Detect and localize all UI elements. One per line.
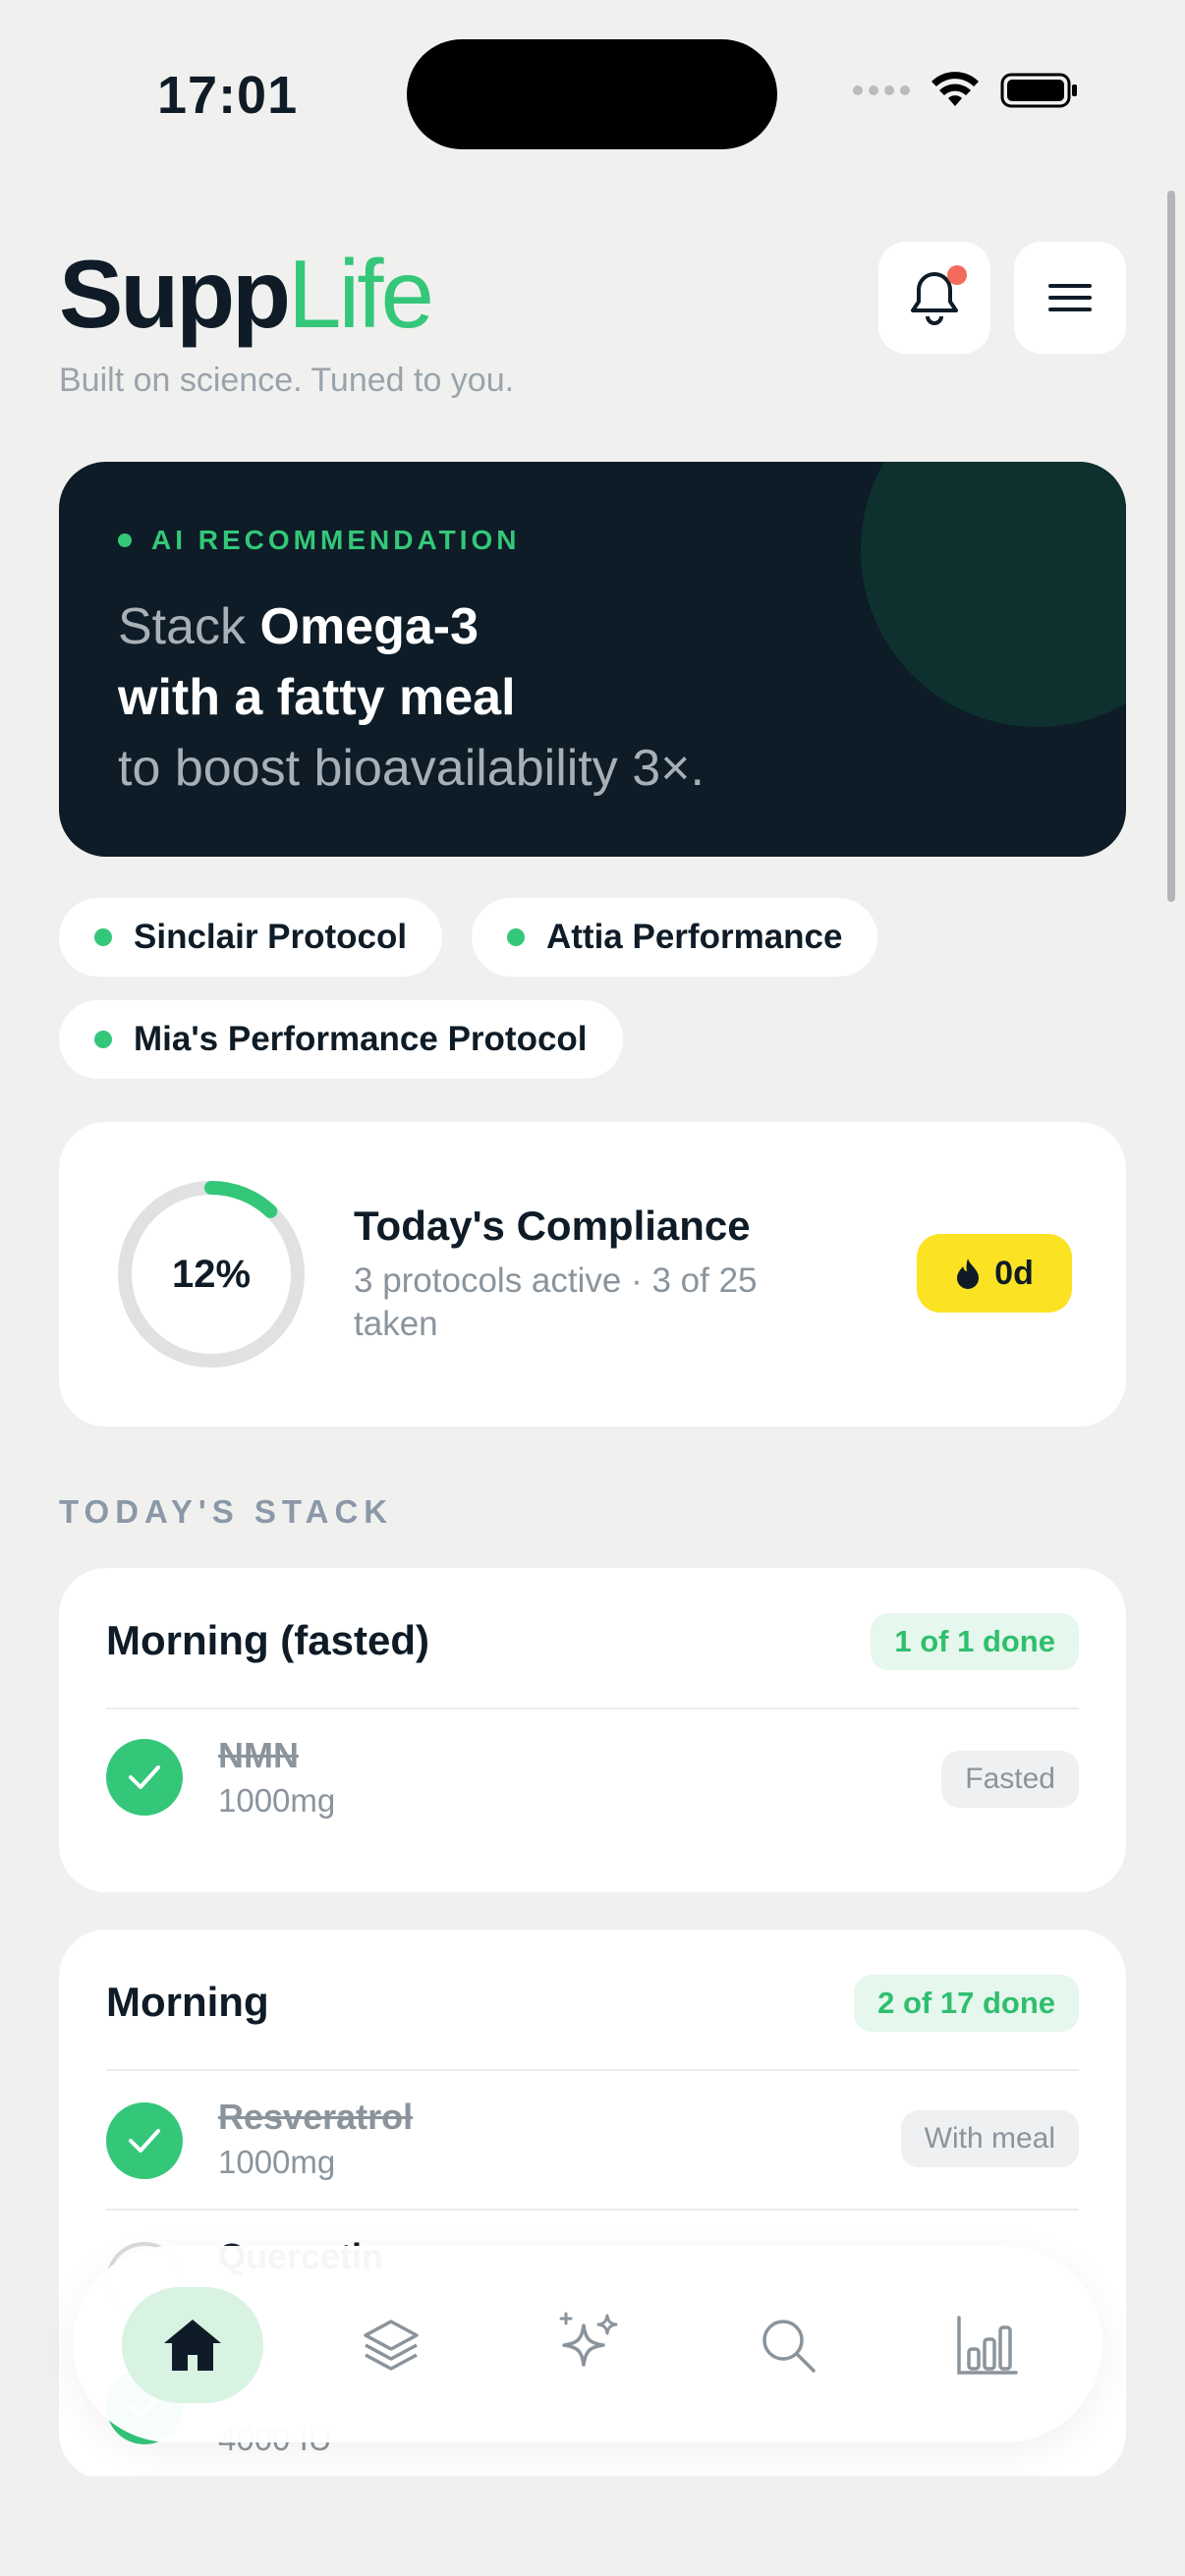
ai-line1-prefix: Stack xyxy=(118,598,260,655)
scrollbar[interactable] xyxy=(1167,191,1175,902)
streak-badge[interactable]: 0d xyxy=(917,1234,1072,1313)
decorative-circle xyxy=(861,462,1126,727)
dynamic-island xyxy=(407,39,777,149)
timing-tag: Fasted xyxy=(941,1751,1079,1808)
supplement-name: Resveratrol xyxy=(218,2097,414,2137)
nav-ai[interactable] xyxy=(519,2287,660,2403)
ai-recommendation-label: AI RECOMMENDATION xyxy=(118,525,520,556)
layers-icon xyxy=(364,2320,419,2371)
ai-line3: to boost bioavailability 3×. xyxy=(118,740,705,797)
status-icons xyxy=(853,71,1079,110)
flame-icon xyxy=(957,1259,980,1289)
battery-icon xyxy=(1000,73,1077,108)
ai-label-text: AI RECOMMENDATION xyxy=(151,525,521,555)
checkbox-checked[interactable] xyxy=(106,1739,183,1816)
nav-stack[interactable] xyxy=(320,2287,462,2403)
wifi-icon xyxy=(931,72,979,106)
streak-value: 0d xyxy=(994,1254,1034,1292)
bottom-nav xyxy=(73,2246,1102,2442)
active-dot xyxy=(94,928,112,946)
menu-icon xyxy=(1048,284,1092,311)
active-dot xyxy=(94,1031,112,1048)
ai-line2-bold: with a fatty meal xyxy=(118,669,516,726)
ai-line1-bold: Omega-3 xyxy=(259,598,480,655)
protocol-chip[interactable]: Sinclair Protocol xyxy=(59,898,443,977)
done-count-badge: 1 of 1 done xyxy=(871,1613,1079,1670)
done-count-badge: 2 of 17 done xyxy=(854,1975,1079,2032)
cellular-signal-icon xyxy=(853,85,910,95)
slot-title: Morning (fasted) xyxy=(106,1617,429,1663)
section-title: TODAY'S STACK xyxy=(59,1493,394,1530)
tagline: Built on science. Tuned to you. xyxy=(59,362,515,399)
chart-icon xyxy=(957,2316,1018,2375)
bottom-background xyxy=(0,2476,1185,2576)
ai-recommendation-text: Stack Omega-3 with a fatty meal to boost… xyxy=(118,591,865,804)
checkbox-checked[interactable] xyxy=(106,2102,183,2179)
divider xyxy=(106,2069,1079,2071)
sparkles-icon xyxy=(559,2312,618,2367)
compliance-title: Today's Compliance xyxy=(354,1203,751,1249)
menu-button[interactable] xyxy=(1014,242,1126,354)
home-icon xyxy=(164,2320,221,2371)
divider xyxy=(106,1708,1079,1709)
compliance-percent: 12% xyxy=(171,1252,252,1296)
stack-slot-card: Morning (fasted) 1 of 1 done NMN 1000mg … xyxy=(59,1568,1126,1892)
brand-light: Life xyxy=(287,240,434,348)
active-dot xyxy=(507,928,525,946)
protocol-chip-label: Attia Performance xyxy=(546,918,843,956)
timing-tag: With meal xyxy=(900,2110,1079,2167)
notifications-button[interactable] xyxy=(878,242,990,354)
status-time: 17:01 xyxy=(157,66,299,125)
brand-bold: Supp xyxy=(59,240,291,348)
compliance-card[interactable]: 12% Today's Compliance 3 protocols activ… xyxy=(59,1122,1126,1427)
app-logo: SuppLife xyxy=(59,246,434,342)
protocol-chip-label: Sinclair Protocol xyxy=(134,918,408,956)
ai-recommendation-card[interactable]: AI RECOMMENDATION Stack Omega-3 with a f… xyxy=(59,462,1126,857)
supplement-name: NMN xyxy=(218,1735,299,1775)
nav-stats[interactable] xyxy=(916,2287,1057,2403)
supplement-dose: 1000mg xyxy=(218,1782,336,1819)
protocol-chip[interactable]: Attia Performance xyxy=(472,898,878,977)
supplement-dose: 1000mg xyxy=(218,2144,336,2180)
protocol-chip-label: Mia's Performance Protocol xyxy=(134,1020,588,1058)
search-icon xyxy=(762,2320,816,2373)
slot-title: Morning xyxy=(106,1979,269,2025)
compliance-subtitle: 3 protocols active · 3 of 25 taken xyxy=(354,1261,758,1343)
divider xyxy=(106,2209,1079,2211)
check-icon xyxy=(129,2129,160,2153)
nav-search[interactable] xyxy=(717,2287,859,2403)
notification-dot xyxy=(947,265,967,285)
protocol-chip[interactable]: Mia's Performance Protocol xyxy=(59,1000,623,1079)
nav-home[interactable] xyxy=(122,2287,263,2403)
status-dot xyxy=(118,533,132,547)
check-icon xyxy=(129,1765,160,1789)
